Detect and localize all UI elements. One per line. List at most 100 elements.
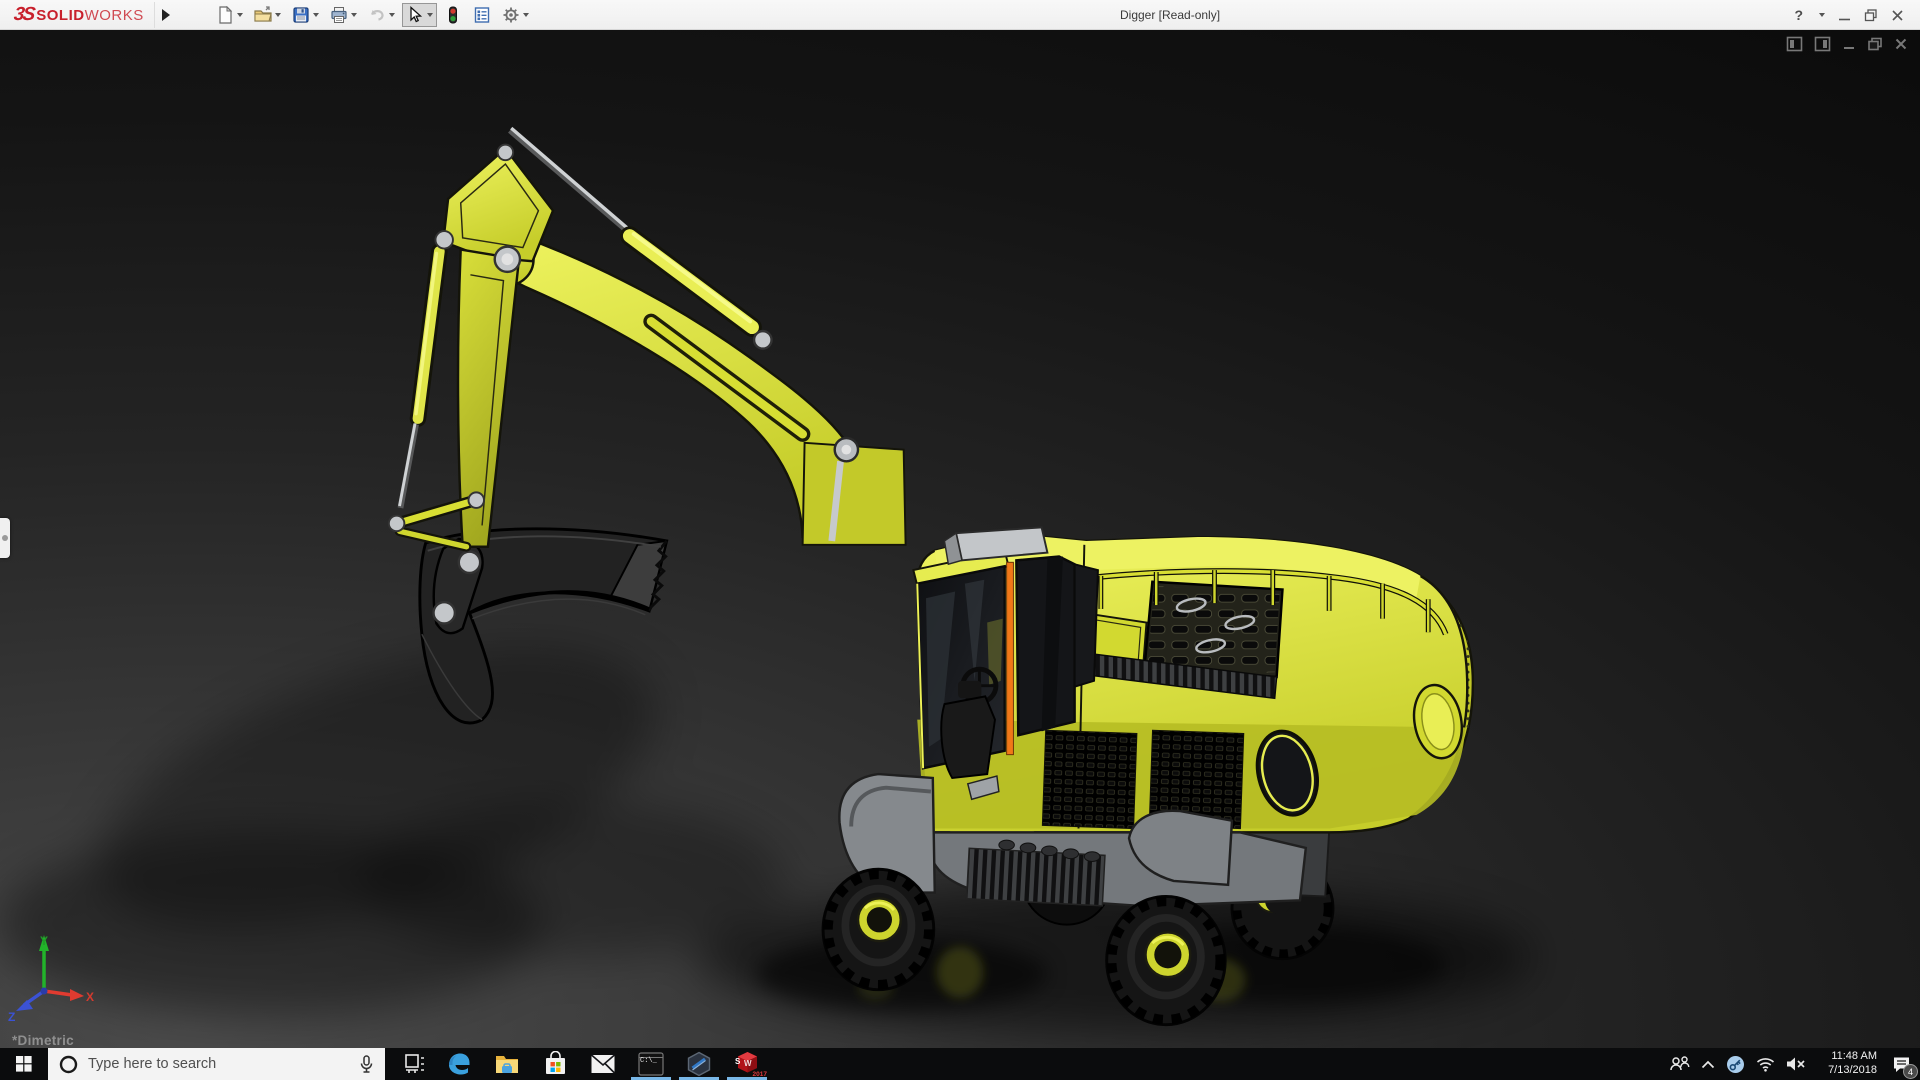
system-tray: 11:48 AM 7/13/2018 4	[1670, 1048, 1920, 1080]
excavator-body[interactable]	[912, 526, 1475, 850]
start-button[interactable]	[0, 1048, 48, 1080]
command-prompt-button[interactable]: C:\_	[627, 1048, 675, 1080]
collapsed-panel-tab[interactable]	[0, 518, 10, 558]
dropdown-arrow-icon	[522, 12, 529, 17]
restore-button[interactable]	[1864, 8, 1878, 22]
sw-letter-w: W	[744, 1059, 752, 1068]
sw-year: 2017	[752, 1071, 767, 1078]
mail-button[interactable]	[579, 1048, 627, 1080]
solidworks-logo: 3S SOLID WORKS	[12, 3, 144, 26]
boom-arm[interactable]	[387, 126, 907, 552]
front-left-wheel[interactable]	[821, 867, 936, 992]
tray-time: 11:48 AM	[1831, 1050, 1877, 1063]
dropdown-arrow-icon	[350, 12, 357, 17]
search-input[interactable]	[88, 1056, 359, 1072]
orange-door-stripe	[1006, 561, 1014, 756]
help-dropdown-arrow-icon[interactable]	[1819, 13, 1825, 17]
new-document-icon	[219, 5, 232, 24]
notification-badge: 4	[1903, 1064, 1918, 1079]
store-icon	[545, 1051, 565, 1074]
flyout-arrow-icon	[162, 8, 171, 21]
action-center-button[interactable]: 4	[1888, 1051, 1918, 1079]
file-explorer-icon	[496, 1056, 518, 1073]
microphone-icon[interactable]	[359, 1054, 374, 1074]
rebuild-traffic-light-icon	[448, 6, 457, 23]
taskbar-search[interactable]	[48, 1048, 385, 1080]
document-title: Digger [Read-only]	[1120, 8, 1221, 22]
mail-icon	[590, 1054, 616, 1074]
sw-letter-s: S	[735, 1057, 741, 1066]
rebuild-button[interactable]	[440, 3, 466, 27]
bucket-link-bracket[interactable]	[432, 537, 484, 635]
select-button[interactable]	[401, 2, 437, 27]
composer-hexagon-button[interactable]	[675, 1048, 723, 1080]
save-floppy-icon	[293, 6, 309, 23]
dropdown-arrow-icon	[388, 12, 395, 17]
y-axis-label: Y	[40, 934, 48, 948]
volume-muted-icon[interactable]	[1786, 1056, 1806, 1072]
document-window-controls	[1786, 36, 1908, 52]
doc-restore-button[interactable]	[1867, 37, 1883, 51]
seat	[940, 695, 996, 779]
open-button[interactable]	[250, 3, 285, 27]
close-button[interactable]	[1891, 9, 1904, 22]
menu-flyout-button[interactable]	[153, 1, 178, 28]
help-button[interactable]: ?	[1794, 7, 1803, 23]
window-controls: ?	[1794, 0, 1920, 30]
dropdown-arrow-icon	[426, 12, 433, 17]
x-axis-arrow-icon	[70, 989, 84, 1001]
pin	[432, 600, 457, 625]
options-gear-icon	[503, 7, 519, 22]
wifi-icon[interactable]	[1756, 1057, 1775, 1072]
z-axis-label: Z	[8, 1010, 15, 1022]
save-button[interactable]	[288, 3, 323, 27]
task-view-button[interactable]	[395, 1048, 435, 1080]
solidworks-logo-mark: 3S	[12, 3, 35, 25]
select-cursor-icon	[410, 5, 422, 22]
panel-knob-icon	[2, 535, 8, 541]
taskbar-clock[interactable]: 11:48 AM 7/13/2018	[1817, 1050, 1877, 1078]
file-properties-button[interactable]	[469, 3, 495, 27]
store-button[interactable]	[531, 1048, 579, 1080]
orientation-triad[interactable]: Y X Z	[6, 927, 101, 1022]
pin	[457, 550, 482, 575]
excavator-model[interactable]	[0, 30, 1920, 1048]
solidworks-logo-solid: SOLID	[36, 6, 85, 24]
people-icon[interactable]	[1670, 1056, 1690, 1072]
options-button[interactable]	[498, 3, 533, 27]
solidworks-2017-button[interactable]: S W 2017	[723, 1048, 771, 1080]
command-prompt-text: C:\_	[640, 1057, 657, 1065]
dropdown-arrow-icon	[312, 12, 319, 17]
hidden-icons-chevron[interactable]	[1701, 1060, 1715, 1069]
windows-logo-icon	[16, 1056, 32, 1072]
open-folder-icon	[254, 5, 272, 22]
minimize-button[interactable]	[1838, 9, 1851, 22]
undo-button[interactable]	[364, 3, 399, 27]
view-orientation-label: *Dimetric	[12, 1033, 74, 1048]
taskbar-apps: C:\_ S W 2017	[395, 1048, 771, 1080]
doc-minimize-button[interactable]	[1842, 37, 1856, 51]
print-icon	[331, 6, 347, 23]
titlebar: 3S SOLID WORKS Digger [Read-only] ?	[0, 0, 1920, 30]
graphics-viewport[interactable]: Y X Z *Dimetric	[0, 30, 1920, 1048]
key-security-tray-icon[interactable]	[1726, 1055, 1745, 1074]
edge-icon	[449, 1053, 470, 1075]
undo-icon	[370, 9, 384, 21]
pane-right-icon[interactable]	[1814, 36, 1831, 52]
main-toolbar	[212, 2, 536, 27]
task-view-icon	[405, 1054, 424, 1073]
cortana-icon	[59, 1055, 78, 1073]
dropdown-arrow-icon	[236, 12, 243, 17]
doc-close-button[interactable]	[1894, 37, 1908, 51]
front-right-wheel[interactable]	[1105, 895, 1227, 1027]
taskbar: C:\_ S W 2017	[0, 1048, 1920, 1080]
print-button[interactable]	[326, 3, 361, 27]
new-document-button[interactable]	[212, 3, 247, 27]
edge-button[interactable]	[435, 1048, 483, 1080]
tray-date: 7/13/2018	[1828, 1064, 1877, 1076]
dropdown-arrow-icon	[274, 12, 281, 17]
pane-left-icon[interactable]	[1786, 36, 1803, 52]
file-explorer-button[interactable]	[483, 1048, 531, 1080]
file-properties-icon	[474, 6, 489, 23]
x-axis-label: X	[86, 990, 94, 1004]
